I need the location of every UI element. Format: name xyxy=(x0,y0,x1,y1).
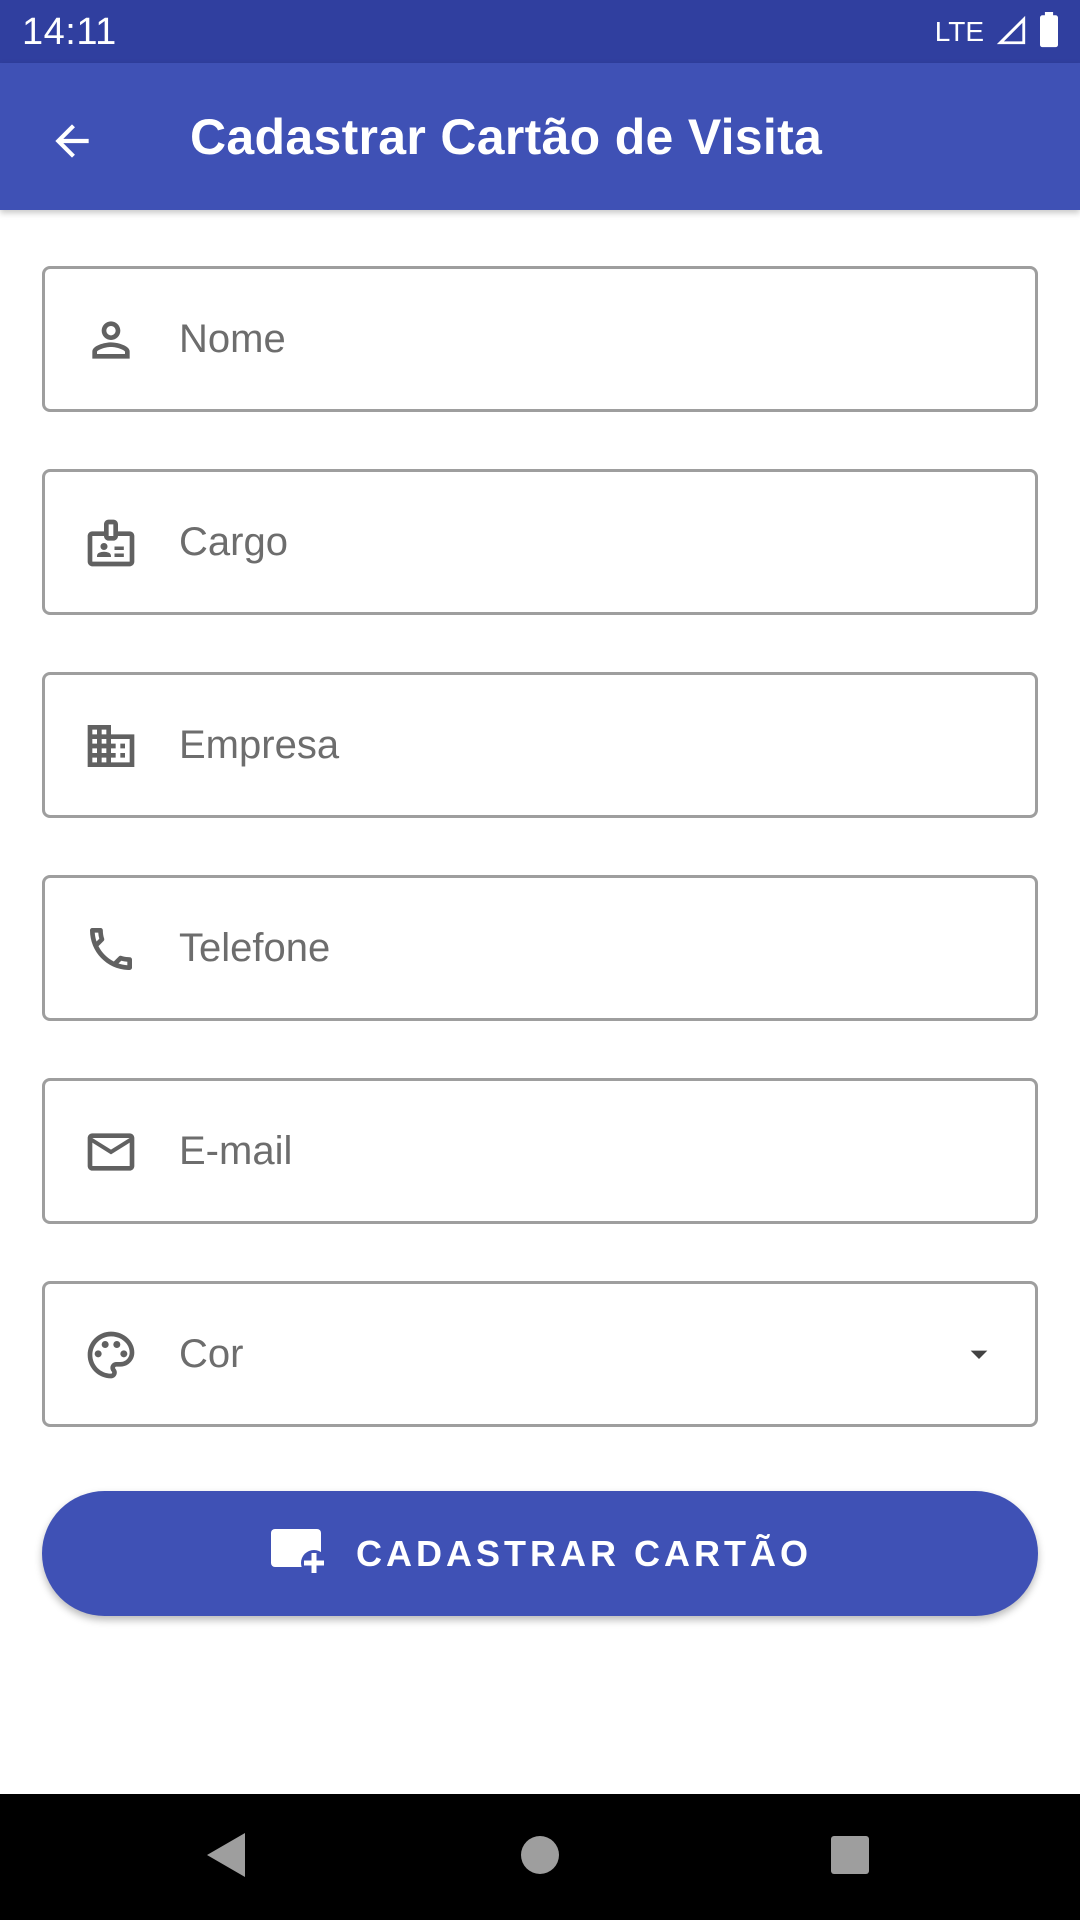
status-indicators: LTE xyxy=(934,11,1060,53)
empresa-input[interactable] xyxy=(179,675,939,815)
card-form: Cor xyxy=(42,266,1038,1484)
nav-recents-icon xyxy=(830,1835,870,1880)
cargo-field[interactable] xyxy=(42,469,1038,615)
nav-back-button[interactable] xyxy=(186,1817,266,1897)
status-time: 14:11 xyxy=(22,11,117,53)
nome-input[interactable] xyxy=(179,269,939,409)
arrow-back-icon xyxy=(47,116,97,171)
page-title: Cadastrar Cartão de Visita xyxy=(190,109,823,165)
nav-recents-button[interactable] xyxy=(810,1817,890,1897)
nav-home-icon xyxy=(519,1834,561,1881)
email-input[interactable] xyxy=(179,1081,939,1221)
cadastrar-cartao-button[interactable]: CADASTRAR CARTÃO xyxy=(42,1491,1038,1616)
signal-icon xyxy=(994,13,1028,52)
nav-home-button[interactable] xyxy=(500,1817,580,1897)
battery-icon xyxy=(1038,11,1060,53)
color-select-label: Cor xyxy=(179,1332,244,1376)
cadastrar-cartao-label: CADASTRAR CARTÃO xyxy=(356,1532,812,1574)
nav-back-icon xyxy=(203,1830,249,1885)
empresa-field[interactable] xyxy=(42,672,1038,818)
palette-icon xyxy=(75,1319,147,1391)
cargo-input[interactable] xyxy=(179,472,939,612)
status-bar: 14:11 LTE xyxy=(0,0,1080,63)
badge-icon xyxy=(75,507,147,579)
add-card-icon xyxy=(268,1523,328,1584)
email-icon xyxy=(75,1116,147,1188)
email-field[interactable] xyxy=(42,1078,1038,1224)
back-button[interactable] xyxy=(30,101,114,185)
business-icon xyxy=(75,710,147,782)
phone-icon xyxy=(75,913,147,985)
arrow-drop-down-icon xyxy=(959,1334,999,1374)
color-select[interactable]: Cor xyxy=(42,1281,1038,1427)
telefone-field[interactable] xyxy=(42,875,1038,1021)
system-nav-bar xyxy=(0,1794,1080,1920)
person-icon xyxy=(75,304,147,376)
nome-field[interactable] xyxy=(42,266,1038,412)
app-bar: Cadastrar Cartão de Visita xyxy=(0,63,1080,210)
screen: 14:11 LTE Cadastrar Cartão de Visita Nom… xyxy=(0,0,1080,1920)
telefone-input[interactable] xyxy=(179,878,939,1018)
network-type: LTE xyxy=(934,16,984,47)
